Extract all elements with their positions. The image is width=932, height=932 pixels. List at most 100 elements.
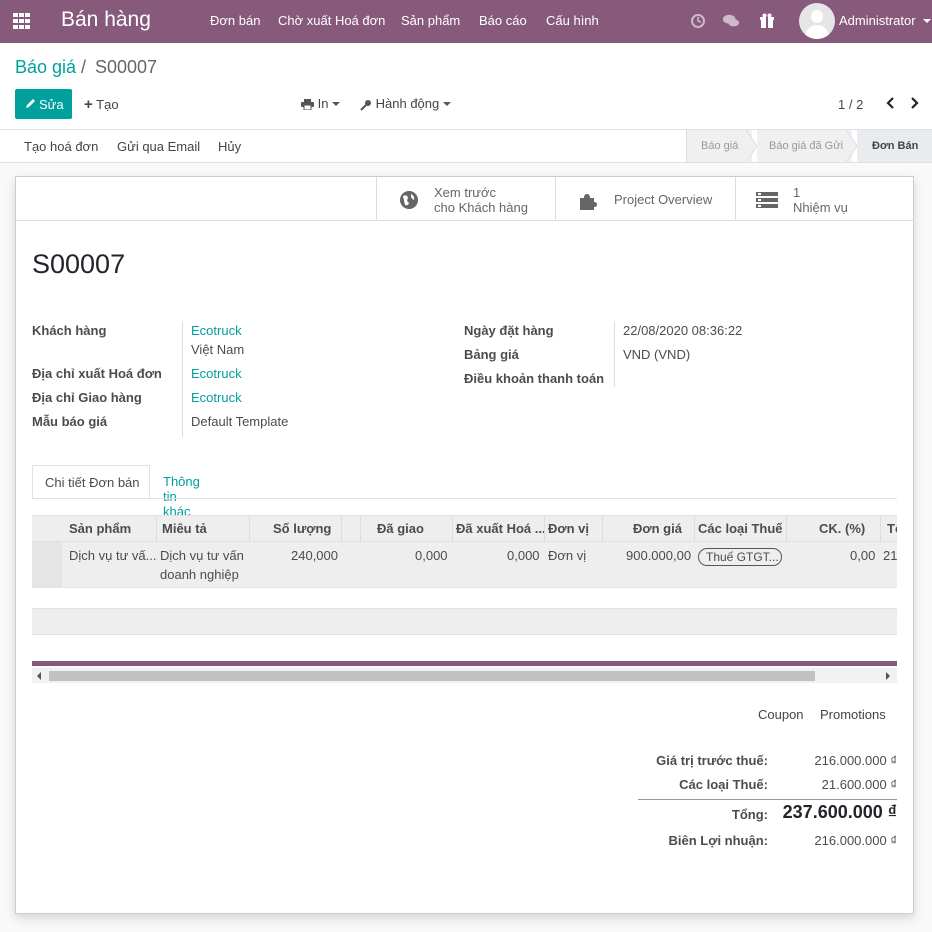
stage-pipeline: Báo giá Báo giá đã Gửi Đơn Bán	[686, 130, 932, 162]
cell-discount: 0,00	[850, 548, 876, 563]
col-taxes[interactable]: Các loại Thuế	[698, 521, 783, 536]
pricelist-label: Bảng giá	[464, 347, 519, 362]
margin-value: 216.000.000 ₫	[814, 833, 897, 848]
customer-link[interactable]: Ecotruck	[191, 323, 242, 338]
action-dropdown[interactable]: Hành động	[360, 96, 452, 111]
scroll-right-icon[interactable]	[886, 672, 890, 680]
menu-products[interactable]: Sản phẩm	[401, 13, 460, 28]
project-overview-label: Project Overview	[614, 192, 713, 207]
cell-uom: Đơn vị	[548, 548, 587, 563]
edit-button[interactable]: Sửa	[15, 89, 72, 119]
app-title[interactable]: Bán hàng	[61, 8, 151, 32]
cell-description: Dịch vụ tư vấn doanh nghiệp	[160, 548, 244, 582]
col-description[interactable]: Miêu tả	[162, 521, 207, 536]
horizontal-scrollbar[interactable]	[32, 668, 897, 683]
user-avatar[interactable]	[799, 3, 835, 39]
cell-unit-price: 900.000,00	[626, 548, 692, 563]
tax-badge: Thuế GTGT...	[698, 548, 782, 566]
column-divider	[341, 516, 342, 543]
stage-quotation-sent[interactable]: Báo giá đã Gửi	[757, 130, 852, 162]
print-label: In	[317, 96, 329, 111]
globe-icon	[400, 191, 418, 209]
col-subtotal[interactable]: Tổng	[887, 521, 897, 536]
col-invoiced[interactable]: Đã xuất Hoá ...	[456, 521, 546, 536]
pricelist-value[interactable]: VND (VND)	[623, 347, 690, 362]
col-product[interactable]: Sản phẩm	[69, 521, 131, 536]
column-divider	[156, 516, 157, 543]
menu-configuration[interactable]: Cấu hình	[546, 13, 599, 28]
coupon-button[interactable]: Coupon	[758, 707, 804, 722]
gift-icon[interactable]	[758, 12, 776, 30]
invoice-address-link[interactable]: Ecotruck	[191, 366, 242, 381]
cell-invoiced: 0,000	[507, 548, 540, 563]
clock-icon[interactable]	[689, 12, 707, 30]
breadcrumb-parent[interactable]: Báo giá	[15, 57, 76, 78]
printer-icon	[301, 99, 314, 111]
preview-line2: cho Khách hàng	[434, 200, 528, 215]
wrench-icon	[360, 99, 371, 111]
caret-down-icon	[332, 101, 341, 106]
user-menu[interactable]: Administrator	[839, 13, 916, 28]
menu-reporting[interactable]: Báo cáo	[479, 13, 527, 28]
quote-template-label: Mẫu báo giá	[32, 414, 108, 429]
invoice-address-label: Địa chỉ xuất Hoá đơn	[32, 366, 162, 381]
scroll-left-icon[interactable]	[37, 672, 41, 680]
tab-other-info-label: Thông tin khác	[163, 474, 200, 519]
print-dropdown[interactable]: In	[301, 96, 341, 111]
stage-sales-order[interactable]: Đơn Bán	[857, 130, 932, 162]
stage-quotation[interactable]: Báo giá	[686, 130, 752, 162]
tab-order-lines[interactable]: Chi tiết Đơn bán	[32, 465, 150, 499]
scrollbar-thumb[interactable]	[49, 671, 815, 681]
untaxed-value: 216.000.000 ₫	[814, 753, 897, 768]
breadcrumb-current: S00007	[95, 57, 158, 77]
apps-grid-icon[interactable]	[13, 13, 31, 29]
quote-template-value[interactable]: Default Template	[191, 414, 288, 429]
table-header: Sản phẩm Miêu tả Số lượng Đã giao Đã xuấ…	[32, 515, 897, 543]
column-divider	[602, 516, 603, 543]
col-uom[interactable]: Đơn vị	[548, 521, 589, 536]
cell-delivered: 0,000	[415, 548, 448, 563]
delivery-address-label: Địa chỉ Giao hàng	[32, 390, 142, 405]
row-handle	[32, 542, 62, 588]
caret-down-icon[interactable]	[923, 19, 931, 23]
send-email-button[interactable]: Gửi qua Email	[117, 139, 200, 154]
totals-divider	[638, 799, 897, 800]
tasks-icon	[756, 192, 778, 208]
control-panel: Báo giá / S00007 Sửa + Tạo In Hành động …	[0, 43, 932, 130]
chevron-left-icon[interactable]	[885, 96, 897, 110]
col-quantity[interactable]: Số lượng	[273, 521, 331, 536]
col-delivered[interactable]: Đã giao	[377, 521, 424, 536]
column-divider	[880, 516, 881, 543]
order-date-value[interactable]: 22/08/2020 08:36:22	[623, 323, 742, 338]
breadcrumb-separator: /	[81, 57, 87, 77]
col-discount[interactable]: CK. (%)	[819, 521, 865, 536]
menu-to-invoice[interactable]: Chờ xuất Hoá đơn	[278, 13, 385, 28]
chevron-right-icon[interactable]	[908, 96, 920, 110]
table-row[interactable]: Dịch vụ tư vấ... Dịch vụ tư vấn doanh ngh…	[32, 542, 897, 588]
cancel-button[interactable]: Hủy	[218, 139, 241, 154]
customer-preview-button[interactable]: Xem trước cho Khách hàng	[376, 177, 555, 221]
customer-country: Việt Nam	[191, 342, 245, 357]
field-divider	[614, 321, 615, 387]
order-date-label: Ngày đặt hàng	[464, 323, 554, 338]
column-divider	[360, 516, 361, 543]
taxes-value: 21.600.000 ₫	[821, 777, 897, 792]
empty-row	[32, 608, 897, 635]
payment-terms-label: Điều khoản thanh toán	[464, 371, 605, 386]
create-button-label: Tạo	[96, 97, 119, 112]
cell-quantity: 240,000	[291, 548, 338, 563]
chat-icon[interactable]	[722, 12, 740, 30]
create-invoice-button[interactable]: Tạo hoá đơn	[24, 139, 98, 154]
delivery-address-link[interactable]: Ecotruck	[191, 390, 242, 405]
menu-orders[interactable]: Đơn bán	[210, 13, 260, 28]
pager-value[interactable]: 1 / 2	[838, 97, 863, 112]
cell-subtotal: 216.000.000 ₫	[883, 548, 897, 563]
edit-button-label: Sửa	[39, 97, 64, 112]
create-button[interactable]: + Tạo	[84, 96, 119, 113]
column-divider	[249, 516, 250, 543]
project-overview-button[interactable]: Project Overview	[555, 177, 735, 221]
untaxed-label: Giá trị trước thuế:	[656, 753, 768, 768]
tasks-button[interactable]: 1 Nhiệm vụ	[735, 177, 913, 221]
promotions-button[interactable]: Promotions	[820, 707, 886, 722]
col-unit-price[interactable]: Đơn giá	[633, 521, 682, 536]
